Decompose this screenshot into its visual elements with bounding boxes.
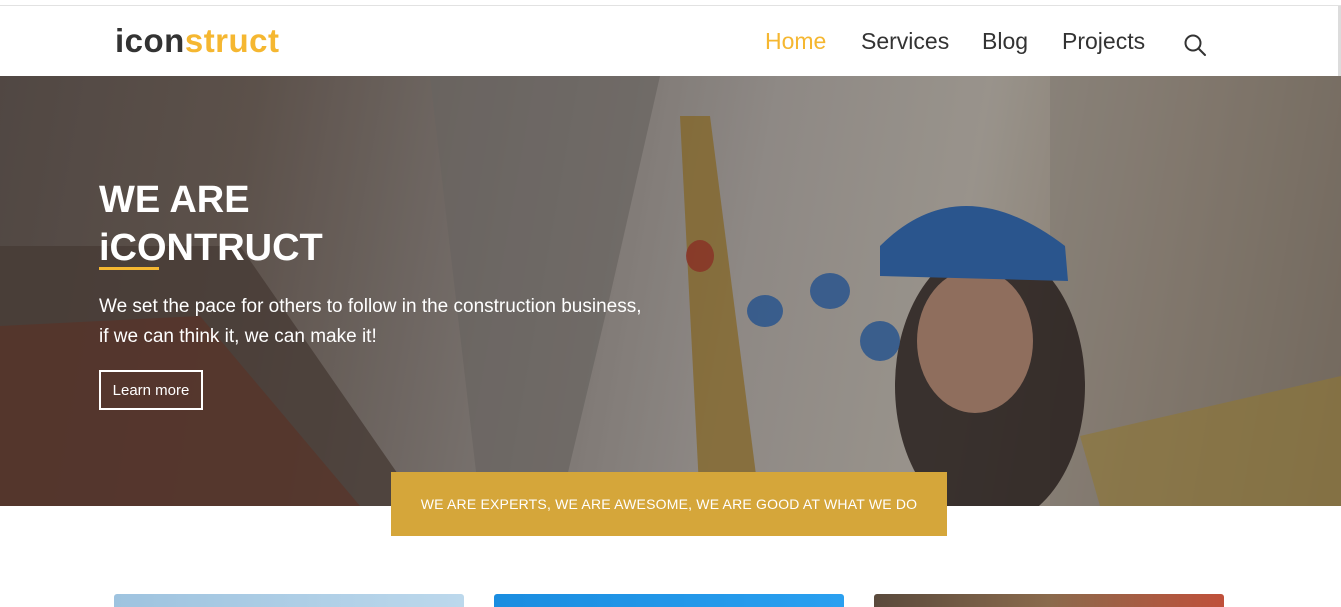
hero-title: WE ARE iCONTRUCT (99, 176, 323, 272)
hero-text-line1: We set the pace for others to follow in … (99, 296, 642, 317)
title-underline (99, 267, 159, 270)
tagline-banner: WE ARE EXPERTS, WE ARE AWESOME, WE ARE G… (391, 472, 947, 536)
logo-text-struct: struct (184, 22, 280, 59)
nav-services[interactable]: Services (861, 27, 949, 55)
hero-overlay (0, 76, 1341, 506)
nav-home[interactable]: Home (765, 27, 826, 55)
learn-more-button[interactable]: Learn more (99, 370, 203, 410)
search-icon[interactable] (1183, 33, 1207, 57)
hero-title-line2: iCONTRUCT (99, 227, 323, 269)
nav-projects[interactable]: Projects (1062, 27, 1145, 55)
hero-text-line2: if we can think it, we can make it! (99, 326, 377, 347)
logo-text-icon: icon (115, 22, 185, 59)
nav-blog[interactable]: Blog (982, 27, 1028, 55)
project-card-2[interactable] (494, 594, 844, 607)
project-card-3[interactable] (874, 594, 1224, 607)
hero-section: WE ARE iCONTRUCT We set the pace for oth… (0, 76, 1341, 506)
project-card-1[interactable] (114, 594, 464, 607)
hero-description: We set the pace for others to follow in … (99, 292, 659, 352)
site-logo[interactable]: iconstruct (115, 23, 280, 59)
site-header: iconstruct Home Services Blog Projects (0, 6, 1341, 76)
hero-title-line1: WE ARE (99, 179, 250, 221)
